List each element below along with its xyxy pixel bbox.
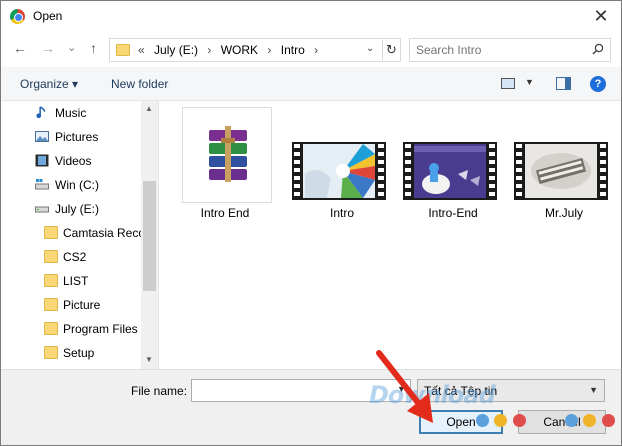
folder-icon (44, 322, 58, 335)
sidebar-item-list[interactable]: LIST (1, 269, 141, 293)
dot-blue (565, 414, 578, 427)
watermark-dots (565, 414, 617, 428)
drive-c-icon (35, 179, 49, 190)
organize-menu[interactable]: Organize ▾ (20, 77, 78, 91)
file-name: Mr.July (544, 206, 583, 220)
change-view-icon[interactable] (501, 78, 515, 89)
red-arrow-annotation (376, 350, 433, 423)
chevron-right-icon[interactable]: › (267, 43, 271, 57)
file-name: Intro-End (428, 206, 478, 220)
video-thumbnail (292, 142, 386, 200)
rar-archive-icon (182, 107, 272, 203)
new-folder-button[interactable]: New folder (111, 77, 168, 91)
scrollbar-thumb[interactable] (143, 181, 156, 291)
videos-icon (35, 154, 49, 167)
sidebar-item-label: July (E:) (55, 202, 100, 216)
dot-yellow (583, 414, 597, 427)
address-dropdown-icon[interactable]: ⌄ (366, 43, 374, 54)
breadcrumb: « July (E:) › WORK › Intro › (138, 43, 324, 57)
sidebar-item-label: Music (55, 106, 87, 120)
sidebar-item-pictures[interactable]: Pictures (1, 125, 141, 149)
dot-yellow (494, 414, 508, 427)
breadcrumb-intro[interactable]: Intro (281, 43, 305, 57)
file-name-label: File name: (131, 384, 188, 398)
window-title: Open (33, 9, 63, 23)
watermark-dots (476, 414, 528, 428)
chrome-icon (10, 9, 25, 24)
sidebar-item-label: Pictures (55, 130, 99, 144)
sidebar-item-music[interactable]: Music (1, 101, 141, 125)
sidebar-item-label: Picture (63, 298, 101, 312)
pictures-icon (35, 131, 49, 142)
file-name: Intro End (200, 206, 250, 220)
address-bar[interactable]: « July (E:) › WORK › Intro › ⌄ ↻ (109, 38, 401, 62)
sidebar-item-label: Videos (55, 154, 92, 168)
up-arrow-icon[interactable]: ↑ (90, 40, 97, 56)
chevron-right-icon[interactable]: › (314, 43, 318, 57)
breadcrumb-july-e[interactable]: July (E:) (154, 43, 198, 57)
dot-red (601, 414, 615, 427)
sidebar-item-win-c[interactable]: Win (C:) (1, 173, 141, 197)
forward-arrow-icon[interactable]: → (41, 40, 55, 56)
sidebar-item-picture[interactable]: Picture (1, 293, 141, 317)
search-box (409, 38, 611, 62)
title-bar: Open ✕ (1, 1, 621, 32)
help-icon[interactable]: ? (590, 76, 606, 92)
view-options-dropdown-icon[interactable]: ▼ (525, 77, 534, 87)
sidebar-item-camtasia[interactable]: Camtasia Reco (1, 221, 145, 245)
scroll-up-icon[interactable]: ▲ (145, 104, 153, 113)
breadcrumb-work[interactable]: WORK (221, 43, 258, 57)
sidebar-item-label: Setup (63, 346, 95, 360)
preview-pane-icon[interactable] (556, 77, 571, 90)
video-thumbnail (403, 142, 497, 200)
folder-icon (44, 346, 58, 359)
folder-icon (116, 44, 130, 56)
back-arrow-icon[interactable]: ← (13, 40, 27, 56)
drive-e-icon (35, 206, 49, 213)
video-thumbnail (514, 142, 608, 200)
navigation-scrollbar[interactable]: ▲ ▼ (141, 101, 158, 369)
file-list: Intro End Intro Intro-End Mr.July (158, 101, 621, 369)
navigation-pane: Music Pictures Videos Win (C:) July (E:)… (1, 101, 158, 369)
chevron-right-icon[interactable]: › (207, 43, 211, 57)
sidebar-item-videos[interactable]: Videos (1, 149, 141, 173)
address-row: ← → ⌄ ↑ « July (E:) › WORK › Intro › ⌄ ↻ (1, 32, 621, 67)
scroll-down-icon[interactable]: ▼ (145, 355, 153, 364)
close-button[interactable]: ✕ (587, 3, 615, 29)
sidebar-item-label: CS2 (63, 250, 87, 264)
search-input[interactable] (416, 40, 586, 60)
command-bar: Organize ▾ New folder ▼ ? (1, 67, 621, 101)
refresh-icon[interactable]: ↻ (382, 40, 400, 60)
folder-icon (44, 250, 58, 263)
dialog-footer: File name: ▼ Tất cả Tệp tin ▼ Open Cance… (1, 369, 621, 445)
folder-icon (44, 298, 58, 311)
sidebar-item-cs2[interactable]: CS2 (1, 245, 141, 269)
chevron-down-icon: ▼ (589, 385, 598, 395)
sidebar-item-setup[interactable]: Setup (1, 341, 141, 365)
sidebar-item-label: Win (C:) (55, 178, 99, 192)
sidebar-item-label: Camtasia Reco (63, 226, 146, 240)
folder-icon (44, 274, 58, 287)
music-icon (36, 106, 46, 119)
sidebar-item-july-e[interactable]: July (E:) (1, 197, 141, 221)
sidebar-item-program-files[interactable]: Program Files (1, 317, 141, 341)
file-name: Intro (329, 206, 354, 220)
sidebar-item-label: Program Files (63, 322, 138, 336)
recent-locations-icon[interactable]: ⌄ (67, 41, 76, 54)
dot-red (512, 414, 526, 427)
dot-blue (476, 414, 489, 427)
open-dialog: Open ✕ ← → ⌄ ↑ « July (E:) › WORK › Intr… (0, 0, 622, 446)
sidebar-item-label: LIST (63, 274, 89, 288)
search-icon[interactable] (592, 43, 604, 55)
breadcrumb-overflow[interactable]: « (138, 43, 145, 57)
folder-icon (44, 226, 58, 239)
